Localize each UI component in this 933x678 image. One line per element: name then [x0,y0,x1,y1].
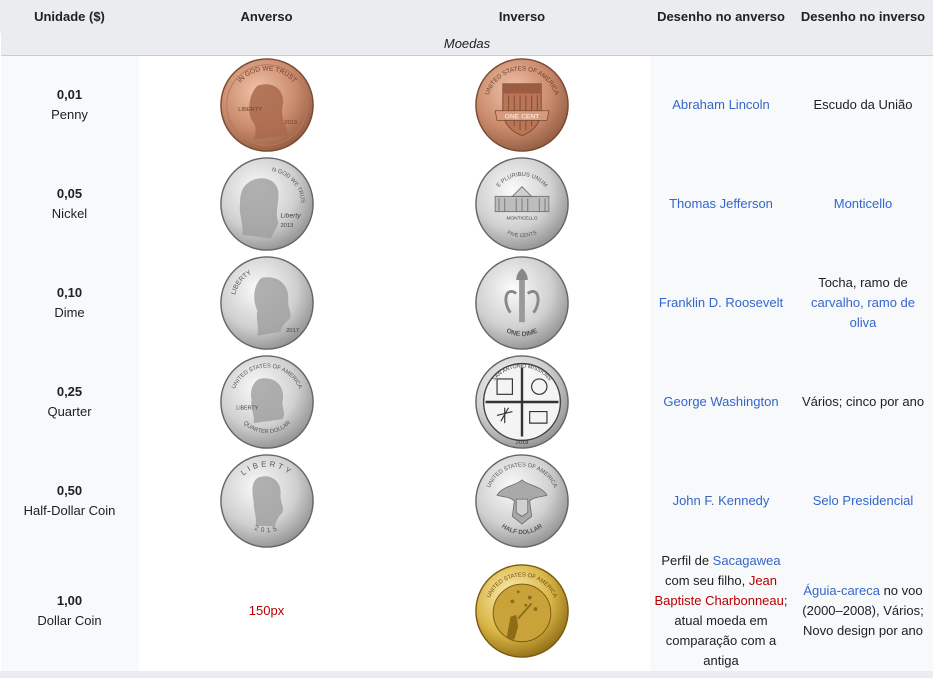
reverse-cell: E PLURIBUS UNUM MONTICELLO FIVE CENTS [394,154,650,253]
column-header-unit: Unidade ($) [0,0,139,33]
obverse-design-text-2: com seu filho, [664,573,749,588]
reverse-design-cell: Tocha, ramo de carvalho, ramo de oliva [792,253,933,352]
svg-text:2019: 2019 [516,440,529,446]
union-shield-reverse-icon[interactable]: UNITED STATES OF AMERICA ONE CENT [474,57,570,153]
reverse-design-cell: Selo Presidencial [792,451,933,550]
kennedy-half-obverse-icon[interactable]: LIBERTY 2015 [219,453,315,549]
reverse-cell: UNITED STATES OF AMERICA [394,550,650,672]
unit-cell: 0,10 Dime [0,253,139,352]
reverse-design-text: Vários; cinco por ano [801,393,925,409]
section-label: Moedas [0,32,933,56]
monticello-link[interactable]: Monticello [834,196,893,211]
table-row: 0,50 Half-Dollar Coin LIBERTY 2015 UNITED… [0,451,933,550]
svg-text:ONE CENT: ONE CENT [505,113,541,120]
obverse-design-cell: George Washington [649,352,793,451]
unit-value: 1,00 [56,593,83,608]
unit-name: Dime [54,304,85,320]
obverse-design-text-1: Perfil de [661,553,713,568]
broken-image-text: 150px [248,603,285,618]
obverse-design-cell: Franklin D. Roosevelt [649,253,793,352]
obverse-cell: LIBERTY 2017 [138,253,395,352]
unit-cell: 0,01 Penny [0,55,139,154]
unit-value: 0,50 [56,482,83,498]
column-header-reverse-design: Desenho no inverso [792,0,933,33]
unit-value: 0,10 [56,284,83,300]
reverse-cell: SAN ANTONIO MISSIONS 2019 [394,352,650,451]
unit-cell: 1,00 Dollar Coin [0,550,139,672]
table-row: 0,10 Dime LIBERTY 2017 ONE DIME Franklin… [0,253,933,352]
san-antonio-missions-reverse-icon[interactable]: SAN ANTONIO MISSIONS 2019 [474,354,570,450]
reverse-cell: UNITED STATES OF AMERICA HALF DOLLAR [394,451,650,550]
unit-value: 0,01 [56,87,83,102]
unit-value: 0,05 [56,185,83,201]
obverse-cell: IN GOD WE TRUST Liberty 2013 [138,154,395,253]
reverse-design-text: Tocha, ramo de [818,274,908,290]
reverse-design-cell: Vários; cinco por ano [792,352,933,451]
presidential-seal-reverse-icon[interactable]: UNITED STATES OF AMERICA HALF DOLLAR [474,453,570,549]
thomas-jefferson-link[interactable]: Thomas Jefferson [669,196,773,211]
lincoln-cent-obverse-icon[interactable]: IN GOD WE TRUST LIBERTY 2013 [219,57,315,153]
svg-text:Liberty: Liberty [280,212,301,219]
column-header-reverse: Inverso [394,0,650,33]
obverse-cell: UNITED STATES OF AMERICA LIBERTY QUARTER… [138,352,395,451]
presidential-seal-link[interactable]: Selo Presidencial [813,493,913,508]
torch-branches-reverse-icon[interactable]: ONE DIME [474,255,570,351]
svg-text:MONTICELLO: MONTICELLO [506,215,537,221]
table-header-row: Unidade ($) Anverso Inverso Desenho no a… [0,0,933,33]
svg-text:LIBERTY: LIBERTY [238,107,262,113]
sacagawea-link[interactable]: Sacagawea [713,553,781,568]
obverse-cell: IN GOD WE TRUST LIBERTY 2013 [138,55,395,154]
svg-text:2017: 2017 [286,327,299,333]
unit-name: Dollar Coin [37,613,102,628]
reverse-design-cell: Águia-careca no voo (2000–2008), Vários;… [792,550,933,672]
monticello-reverse-icon[interactable]: E PLURIBUS UNUM MONTICELLO FIVE CENTS [474,156,570,252]
unit-cell: 0,50 Half-Dollar Coin [0,451,139,550]
unit-cell: 0,25 Quarter [0,352,139,451]
reverse-design-cell: Escudo da União [792,55,933,154]
table-footer-bar [0,671,933,678]
washington-quarter-obverse-icon[interactable]: UNITED STATES OF AMERICA LIBERTY QUARTER… [219,354,315,450]
reverse-design-text: Escudo da União [813,97,913,112]
bald-eagle-link[interactable]: Águia-careca [803,583,880,598]
unit-cell: 0,05 Nickel [0,154,139,253]
reverse-design-cell: Monticello [792,154,933,253]
obverse-design-cell: John F. Kennedy [649,451,793,550]
svg-text:2013: 2013 [284,120,297,126]
section-row: Moedas [0,32,933,56]
reverse-cell: ONE DIME [394,253,650,352]
unit-name: Penny [51,107,88,122]
table-row: 0,01 Penny IN GOD WE TRUST LIBERTY 2013 [0,55,933,154]
table-row: 1,00 Dollar Coin 150px UNITED STATES OF A… [0,550,933,672]
john-kennedy-link[interactable]: John F. Kennedy [673,493,770,508]
obverse-design-cell: Perfil de Sacagawea com seu filho, Jean … [649,550,793,672]
column-header-obverse-design: Desenho no anverso [649,0,793,33]
unit-name: Quarter [47,403,92,419]
george-washington-link[interactable]: George Washington [663,394,778,409]
obverse-cell: 150px [138,550,395,672]
jefferson-nickel-obverse-icon[interactable]: IN GOD WE TRUST Liberty 2013 [219,156,315,252]
unit-value: 0,25 [56,383,83,399]
obverse-cell: LIBERTY 2015 [138,451,395,550]
table-row: 0,25 Quarter UNITED STATES OF AMERICA LIB… [0,352,933,451]
roosevelt-dime-obverse-icon[interactable]: LIBERTY 2017 [219,255,315,351]
unit-name: Nickel [51,205,88,221]
currency-table: Unidade ($) Anverso Inverso Desenho no a… [0,0,933,672]
table-row: 0,05Nickel IN GOD WE TRUST Liberty 2013 … [0,154,933,253]
native-american-dollar-reverse-icon[interactable]: UNITED STATES OF AMERICA [474,563,570,659]
unit-name: Half-Dollar Coin [23,502,116,518]
oak-olive-branch-link[interactable]: carvalho, ramo de oliva [811,295,915,330]
svg-text:LIBERTY: LIBERTY [236,405,258,411]
obverse-design-cell: Thomas Jefferson [649,154,793,253]
column-header-obverse: Anverso [138,0,395,33]
svg-text:2013: 2013 [280,223,293,229]
obverse-design-cell: Abraham Lincoln [649,55,793,154]
reverse-cell: UNITED STATES OF AMERICA ONE CENT [394,55,650,154]
abraham-lincoln-link[interactable]: Abraham Lincoln [672,97,770,112]
franklin-roosevelt-link[interactable]: Franklin D. Roosevelt [659,295,783,310]
